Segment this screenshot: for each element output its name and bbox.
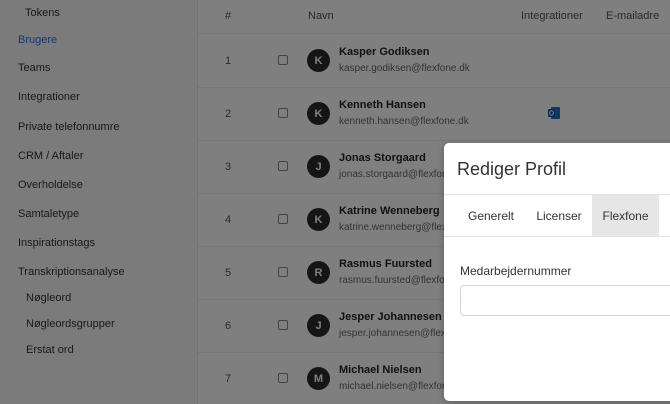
- medarbejdernummer-input[interactable]: [460, 285, 670, 316]
- tab-licenser[interactable]: Licenser: [527, 195, 591, 236]
- modal-title: Rediger Profil: [457, 159, 567, 179]
- tab-generelt[interactable]: Generelt: [457, 195, 525, 236]
- edit-profile-modal: Rediger Profil Generelt Licenser Flexfon…: [444, 143, 670, 401]
- field-label-medarbejdernummer: Medarbejdernummer: [460, 264, 572, 278]
- tab-flexfone[interactable]: Flexfone: [592, 195, 659, 236]
- app-window: Tokens Brugere Teams Integrationer Priva…: [0, 0, 670, 404]
- tabs-divider: [444, 236, 670, 237]
